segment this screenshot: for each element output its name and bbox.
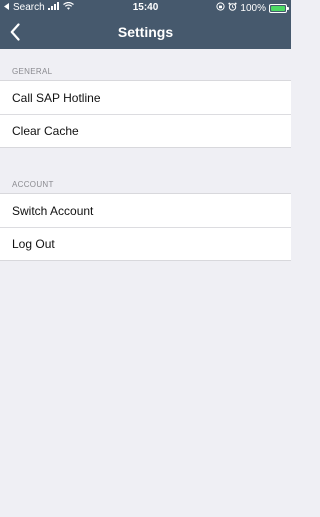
status-bar: Search 15:40 100% — [0, 0, 291, 15]
section-header-account: ACCOUNT — [12, 180, 54, 189]
settings-group-account: Switch Account Log Out — [0, 193, 291, 261]
app-header: Search 15:40 100% Settings — [0, 0, 291, 49]
battery-percent: 100% — [240, 2, 266, 14]
status-right: 100% — [216, 2, 289, 14]
alarm-icon — [228, 2, 238, 14]
page-title: Settings — [117, 24, 174, 40]
battery-charging-icon — [269, 3, 289, 13]
log-out-item[interactable]: Log Out — [0, 227, 291, 260]
battery-level — [271, 5, 285, 11]
switch-account-item[interactable]: Switch Account — [0, 194, 291, 227]
section-header-general: GENERAL — [12, 67, 53, 76]
navigation-bar: Settings — [0, 16, 291, 49]
settings-group-general: Call SAP Hotline Clear Cache — [0, 80, 291, 148]
clear-cache-item[interactable]: Clear Cache — [0, 114, 291, 147]
call-sap-hotline-item[interactable]: Call SAP Hotline — [0, 81, 291, 114]
orientation-lock-icon — [216, 2, 226, 14]
